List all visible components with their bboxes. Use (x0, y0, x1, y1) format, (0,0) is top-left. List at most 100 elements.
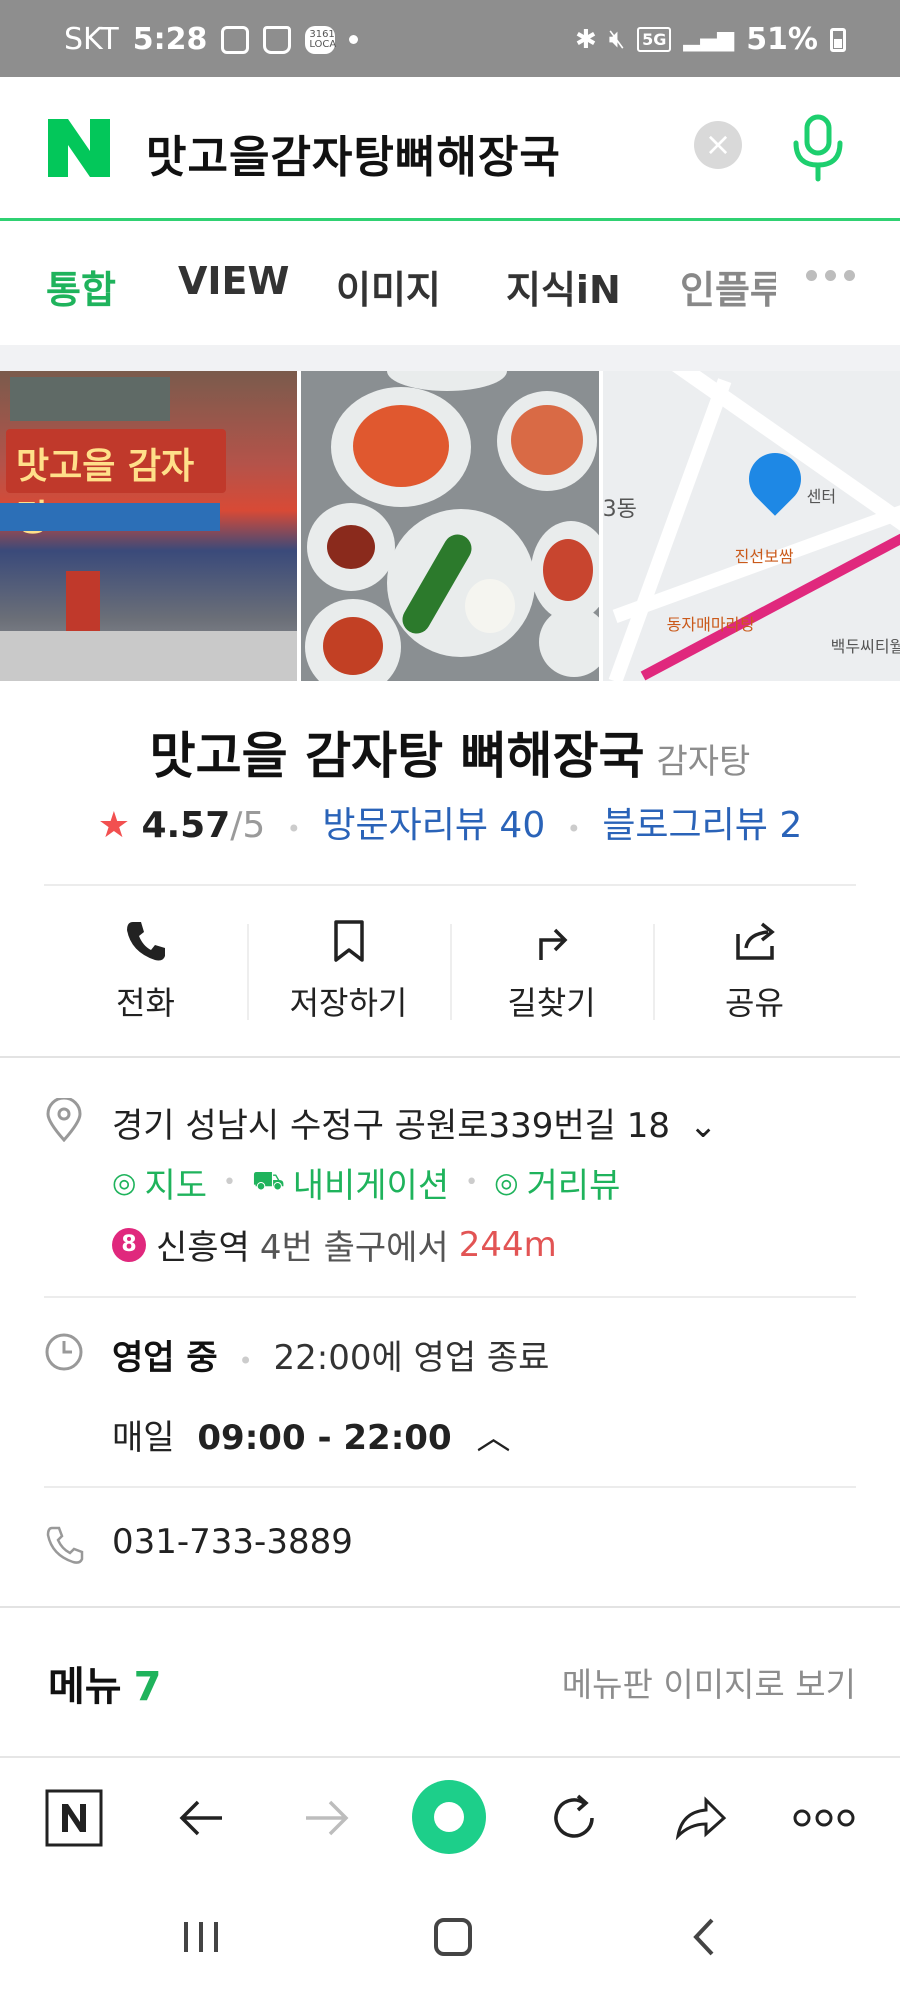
place-name: 맛고을 감자탕 뼈해장국 (149, 727, 645, 785)
back-arrow-icon[interactable] (172, 1788, 232, 1848)
divider (44, 1486, 856, 1488)
storefront-photo[interactable]: 맛고을 감자탕 (0, 371, 298, 681)
blog-reviews-link[interactable]: 블로그리뷰 2 (602, 805, 802, 846)
home-icon[interactable] (428, 1912, 478, 1962)
battery-icon (830, 27, 846, 52)
separator-dot: • (566, 815, 581, 843)
mute-icon: 🔇︎ (608, 24, 626, 54)
divider (44, 1296, 856, 1298)
phone-outline-icon (46, 1526, 84, 1564)
microphone-icon[interactable] (788, 113, 848, 183)
hours-row[interactable]: 매일 09:00 - 22:00 ︿ (112, 1410, 510, 1459)
search-tabs: 통합 VIEW 이미지 지식iN 인플루 (0, 223, 900, 345)
dish (531, 521, 599, 621)
navigation-link[interactable]: 내비게이션 (293, 1158, 449, 1207)
tab-view[interactable]: VIEW (178, 259, 289, 303)
map-label: 백두씨티월 (830, 637, 900, 656)
menu-image-link[interactable]: 메뉴판 이미지로 보기 (562, 1658, 856, 1706)
share-button[interactable]: 공유 (653, 900, 856, 1050)
side-dishes-photo[interactable] (301, 371, 599, 681)
naver-home-icon[interactable] (44, 1788, 104, 1848)
more-tabs-icon[interactable] (806, 270, 855, 281)
tab-knowledge-in[interactable]: 지식iN (506, 259, 621, 314)
recent-apps-icon[interactable] (176, 1912, 226, 1962)
station-exit: 4번 출구에서 (259, 1228, 449, 1268)
directions-button[interactable]: 길찾기 (450, 900, 653, 1050)
share-arrow-icon[interactable] (670, 1788, 730, 1848)
loca-badge: 3161 LOCA (305, 25, 336, 54)
phone-number[interactable]: 031-733-3889 (112, 1522, 353, 1562)
bookmark-icon (333, 920, 364, 962)
place-category: 감자탕 (656, 742, 751, 782)
search-header: 맛고을감자탕뼈해장국 × (0, 77, 900, 221)
forward-arrow-icon[interactable] (296, 1788, 356, 1848)
call-label: 전화 (116, 984, 175, 1022)
clock-icon (45, 1333, 83, 1371)
rating-score: 4.57 (141, 805, 231, 846)
battery-percent: 51% (746, 22, 818, 57)
streetview-icon: ◎ (494, 1166, 519, 1199)
map-label: 동자매마라탕 (666, 615, 755, 634)
separator-dot: • (238, 1347, 253, 1375)
carrier-label: SKT (64, 22, 119, 57)
directions-label: 길찾기 (507, 984, 596, 1022)
closing-info: 22:00에 영업 종료 (273, 1338, 550, 1378)
action-bar: 전화 저장하기 길찾기 공유 (44, 900, 856, 1050)
more-icon[interactable] (792, 1788, 856, 1848)
signal-icon: ▂▄▆ (683, 27, 735, 52)
location-pin-icon (46, 1098, 82, 1142)
tab-integrated[interactable]: 통합 (46, 259, 116, 314)
visitor-reviews-link[interactable]: 방문자리뷰 40 (322, 805, 545, 846)
bluetooth-icon: ✱ (574, 24, 597, 55)
dish (387, 509, 536, 657)
menu-count: 7 (133, 1664, 162, 1710)
map-label: 3동 (602, 497, 637, 522)
map-label: 진선보쌈 (734, 547, 794, 566)
save-button[interactable]: 저장하기 (247, 900, 450, 1050)
section-gap (0, 345, 900, 371)
hours-range: 09:00 - 22:00 (197, 1418, 452, 1458)
car-icon: ⛟ (251, 1165, 285, 1196)
home-app-icon (263, 25, 292, 54)
place-title: 맛고을 감자탕 뼈해장국 감자탕 (0, 716, 900, 788)
address-text[interactable]: 경기 성남시 수정구 공원로339번길 18 ⌄ (112, 1098, 717, 1147)
tab-images[interactable]: 이미지 (336, 259, 441, 314)
subway-line-badge: 8 (112, 1227, 146, 1262)
map-marker-icon: ◎ (112, 1166, 137, 1199)
map-link[interactable]: 지도 (144, 1158, 207, 1207)
rating-max: /5 (230, 805, 266, 846)
clear-search-button[interactable]: × (694, 121, 742, 169)
section-divider (0, 1606, 900, 1608)
dish (307, 503, 396, 591)
map-thumbnail[interactable]: 3동 진선보쌈 동자매마라탕 백두씨티월 센터 (602, 371, 900, 681)
green-dot-button[interactable] (412, 1780, 486, 1854)
save-label: 저장하기 (289, 984, 408, 1022)
awning (0, 503, 220, 531)
separator-dot: • (465, 1170, 479, 1195)
share-label: 공유 (725, 984, 784, 1022)
open-status: 영업 중 (112, 1338, 218, 1378)
station-distance: 244m (458, 1224, 557, 1265)
streetview-link[interactable]: 거리뷰 (527, 1158, 621, 1207)
chevron-up-icon[interactable]: ︿ (476, 1418, 510, 1458)
map-links: ◎ 지도 • ⛟ 내비게이션 • ◎ 거리뷰 (112, 1158, 620, 1207)
rating-row: ★ 4.57/5 • 방문자리뷰 40 • 블로그리뷰 2 (0, 796, 900, 848)
naver-logo-icon[interactable] (48, 119, 110, 177)
separator-dot: • (286, 815, 301, 843)
tab-influencer[interactable]: 인플루 (680, 259, 776, 314)
clock: 5:28 (132, 22, 208, 57)
business-status: 영업 중 • 22:00에 영업 종료 (112, 1330, 549, 1379)
refresh-icon[interactable] (544, 1788, 604, 1848)
separator-dot: • (223, 1170, 236, 1195)
call-button[interactable]: 전화 (44, 900, 247, 1050)
chevron-down-icon[interactable]: ⌄ (689, 1106, 718, 1146)
dish (331, 387, 472, 507)
search-input[interactable]: 맛고을감자탕뼈해장국 (146, 121, 561, 185)
menu-title: 메뉴 (48, 1664, 122, 1710)
store-sign: 맛고을 감자탕 (6, 429, 226, 539)
sidewalk (0, 631, 298, 681)
back-icon[interactable] (680, 1912, 730, 1962)
status-bar: SKT 5:28 3161 LOCA ✱ 🔇︎ 5G ▂▄▆ 51% (0, 0, 900, 77)
phone-icon (126, 922, 165, 961)
notification-dot-icon (349, 35, 359, 44)
